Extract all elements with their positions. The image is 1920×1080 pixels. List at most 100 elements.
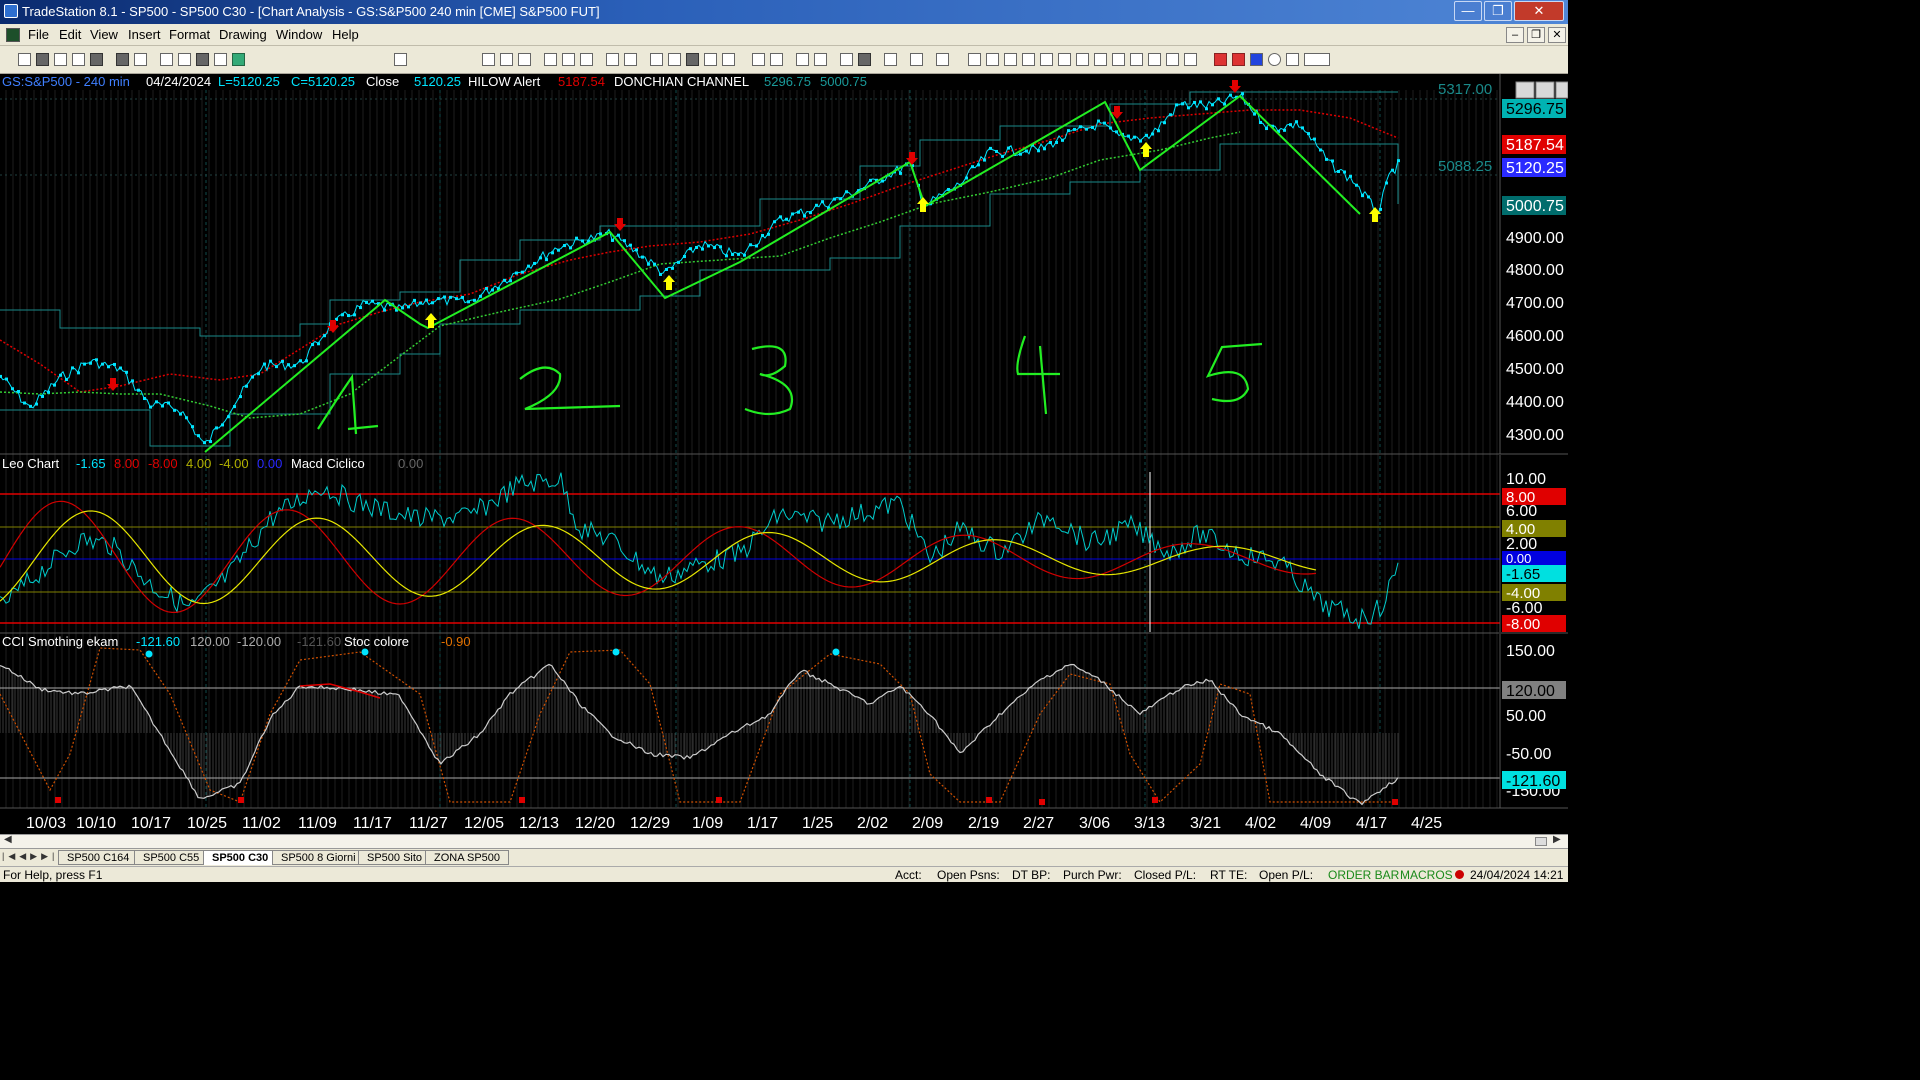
format-icon[interactable] [606,53,619,66]
price-dot [1187,106,1190,110]
sell-arrow-icon[interactable] [1214,53,1227,66]
trendline-icon[interactable] [968,53,981,66]
tab-sp500-8-giorni[interactable]: SP500 8 Giorni [272,850,365,865]
gann-icon[interactable] [986,53,999,66]
pencil-icon[interactable] [1184,53,1197,66]
price-dot [1283,128,1286,132]
globe-icon[interactable] [232,53,245,66]
candle-chart-icon[interactable] [500,53,513,66]
new-icon[interactable] [18,53,31,66]
price-dot [845,190,848,194]
tab-zona-sp500[interactable]: ZONA SP500 [425,850,510,865]
tab-sp500-c55[interactable]: SP500 C55 [134,850,209,865]
tab-sp500-c30[interactable]: SP500 C30 [203,850,278,865]
indicator-icon[interactable] [544,53,557,66]
time-tick: 2/19 [968,815,999,832]
menu-help[interactable]: Help [332,27,359,42]
zoom-out-icon[interactable] [814,53,827,66]
fib-icon[interactable] [1004,53,1017,66]
price-dot [1343,170,1346,174]
horizontal-line-icon[interactable] [770,53,783,66]
zoom-in-icon[interactable] [796,53,809,66]
open-workspace-icon[interactable] [54,53,67,66]
price-dot [467,300,470,304]
vertical-line-icon[interactable] [752,53,765,66]
mdi-close-button[interactable]: ✕ [1548,27,1566,43]
order-bar-button[interactable]: ORDER BAR [1328,868,1399,882]
scroll-left-icon[interactable] [650,53,663,66]
price-dot [965,176,968,180]
arc-icon[interactable] [1166,53,1179,66]
andrews-icon[interactable] [1058,53,1071,66]
chart-area[interactable]: GS:S&P500 - 240 min 04/24/2024 L=5120.25… [0,74,1568,834]
maximize-button[interactable]: ❐ [1484,1,1512,21]
horizontal-scrollbar[interactable]: ◀ ▶ [0,834,1568,848]
lock-icon[interactable] [196,53,209,66]
mdi-restore-button[interactable]: ❐ [1527,27,1545,43]
help-text: For Help, press F1 [3,868,103,882]
menu-edit[interactable]: Edit [59,27,81,42]
save-icon[interactable] [90,53,103,66]
panel-restore-button[interactable] [1535,81,1555,99]
price-dot [575,236,578,240]
window-cascade-icon[interactable] [178,53,191,66]
tab-sp500-c164[interactable]: SP500 C164 [58,850,139,865]
chart-settings-icon[interactable] [214,53,227,66]
crosshair-icon[interactable] [858,53,871,66]
menu-insert[interactable]: Insert [128,27,161,42]
bar-spacing-icon[interactable] [686,53,699,66]
menu-format[interactable]: Format [169,27,210,42]
scrollbar-thumb[interactable] [1535,837,1547,846]
rectangle-icon[interactable] [1286,53,1299,66]
price-dot [419,301,422,305]
bar-chart-icon[interactable] [482,53,495,66]
window-tile-icon[interactable] [160,53,173,66]
arrow-line-icon[interactable] [1130,53,1143,66]
print-icon[interactable] [116,53,129,66]
price-dot [791,212,794,216]
copy-icon[interactable] [72,53,85,66]
expand-icon[interactable] [722,53,735,66]
strategy-icon[interactable] [562,53,575,66]
menu-file[interactable]: File [28,27,49,42]
speedline-icon[interactable] [1076,53,1089,66]
print-preview-icon[interactable] [134,53,147,66]
down-arrow-icon[interactable] [1232,53,1245,66]
close-button[interactable]: ✕ [1514,1,1564,21]
panel-minimize-button[interactable] [1515,81,1535,99]
text-icon[interactable] [1304,53,1330,66]
scroll-right-arrow-icon[interactable]: ▶ [1553,834,1561,845]
osc-badge-4: 4.00 [1506,521,1535,538]
delete-drawing-icon[interactable] [936,53,949,66]
tools-icon[interactable] [884,53,897,66]
cycle-icon[interactable] [1094,53,1107,66]
ellipse-icon[interactable] [1268,53,1281,66]
menu-drawing[interactable]: Drawing [219,27,267,42]
find-symbol-icon[interactable] [394,53,407,66]
parallel-icon[interactable] [1148,53,1161,66]
scroll-left-arrow-icon[interactable]: ◀ [4,834,12,845]
price-tick-4800: 4800.00 [1506,262,1564,279]
macros-button[interactable]: MACROS [1400,868,1453,882]
move-icon[interactable] [910,53,923,66]
regression-icon[interactable] [1040,53,1053,66]
tab-navigation-icons[interactable]: |◀◀▶▶| [2,851,58,862]
mdi-minimize-button[interactable]: – [1506,27,1524,43]
scroll-right-icon[interactable] [668,53,681,66]
compress-icon[interactable] [704,53,717,66]
line-chart-icon[interactable] [518,53,531,66]
up-arrow-icon[interactable] [1250,53,1263,66]
pointer-icon[interactable] [840,53,853,66]
minimize-button[interactable]: — [1454,1,1482,21]
tab-sp500-sito[interactable]: SP500 Sito [358,850,432,865]
menu-window[interactable]: Window [276,27,322,42]
open-icon[interactable] [36,53,49,66]
acct-label: Acct: [895,868,922,882]
data-window-icon[interactable] [624,53,637,66]
channel-icon[interactable] [1022,53,1035,66]
chart-window-icon[interactable] [6,28,20,42]
alert-icon[interactable] [580,53,593,66]
menu-view[interactable]: View [90,27,118,42]
fan-icon[interactable] [1112,53,1125,66]
panel-close-button[interactable] [1555,81,1568,99]
